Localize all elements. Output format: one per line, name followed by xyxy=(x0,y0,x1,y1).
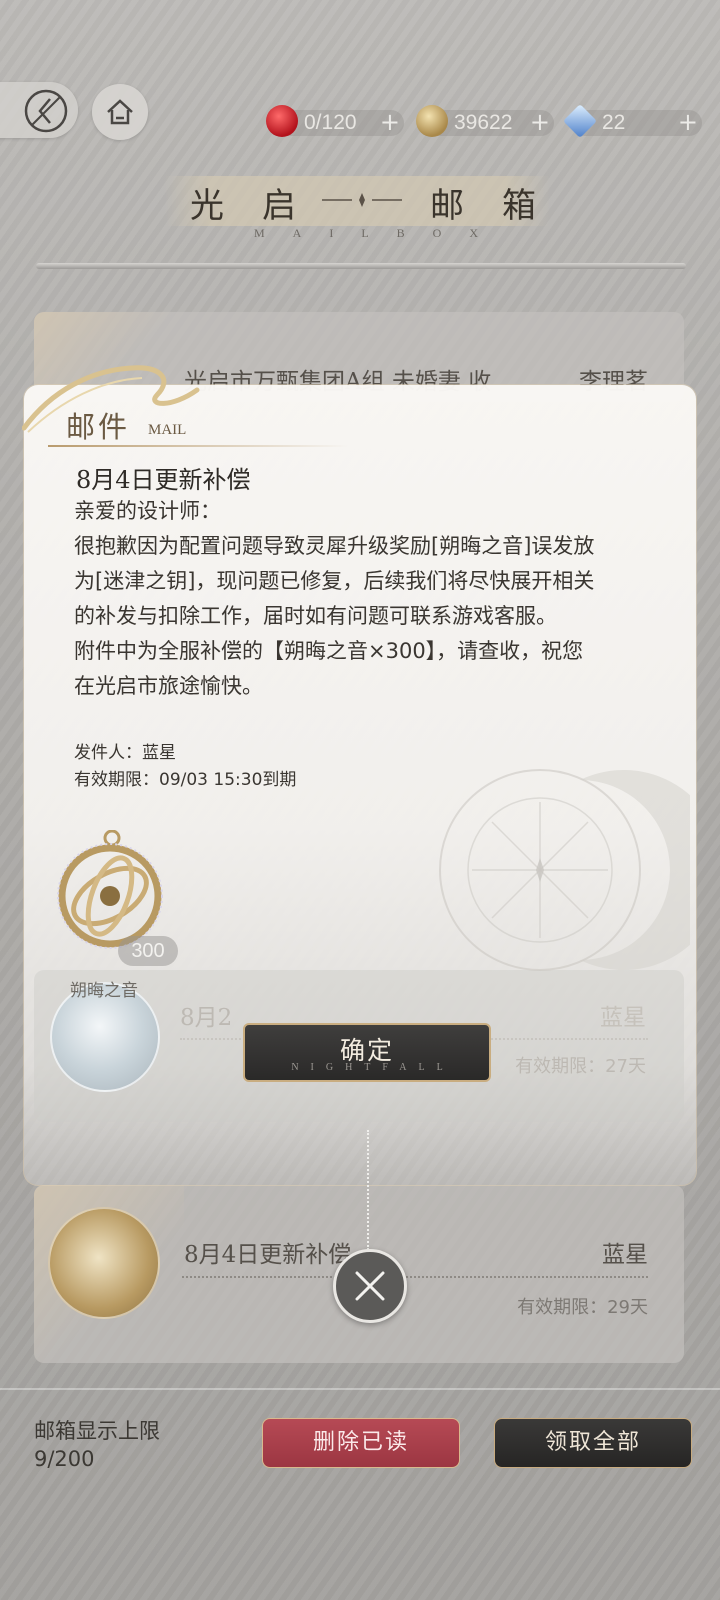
mail-subject: 8月4日更新补偿 xyxy=(184,1242,352,1268)
confirm-button[interactable]: 确定 NIGHTFALL xyxy=(243,1023,491,1082)
mail-body: 亲爱的设计师： 很抱歉因为配置问题导致灵犀升级奖励[朔晦之音]误发放 为[迷津之… xyxy=(74,494,664,704)
moon-compass-icon xyxy=(439,769,690,971)
mail-greeting: 亲爱的设计师： xyxy=(74,499,221,523)
title-underline xyxy=(36,263,686,269)
mail-body-line: 附件中为全服补偿的【朔晦之音×300】，请查收，祝您 xyxy=(74,639,584,663)
astrolabe-icon xyxy=(48,1207,160,1319)
back-arrow-icon xyxy=(24,89,68,133)
mail-validity: 有效期限：27天 xyxy=(515,1056,646,1077)
mail-body-line: 在光启市旅途愉快。 xyxy=(74,674,263,698)
home-button[interactable] xyxy=(92,84,148,140)
delete-read-button[interactable]: 删除已读 xyxy=(262,1418,460,1468)
coin-value: 39622 xyxy=(454,111,513,134)
crystal-value: 22 xyxy=(602,111,626,134)
add-crystal-button[interactable]: + xyxy=(678,108,698,136)
tab-underline xyxy=(48,445,348,447)
page-subtitle: MAILBOX xyxy=(254,226,506,240)
mail-sender: 蓝星 xyxy=(602,1242,648,1268)
close-connector xyxy=(367,1130,369,1250)
mail-body-line: 的补发与扣除工作，届时如有问题可联系游戏客服。 xyxy=(74,604,557,628)
bottom-divider xyxy=(0,1388,720,1390)
modal-tab-subtitle: MAIL xyxy=(148,422,187,438)
mail-body-line: 很抱歉因为配置问题导致灵犀升级奖励[朔晦之音]误发放 xyxy=(74,534,595,558)
claim-all-button[interactable]: 领取全部 xyxy=(494,1418,692,1468)
add-energy-button[interactable]: + xyxy=(380,108,400,136)
energy-value: 0/120 xyxy=(304,111,357,134)
astrolabe-icon[interactable] xyxy=(52,830,172,950)
add-coin-button[interactable]: + xyxy=(530,108,550,136)
energy-counter[interactable]: 0/120 + xyxy=(266,105,404,137)
coin-counter[interactable]: 39622 + xyxy=(416,105,554,137)
confirm-sublabel: NIGHTFALL xyxy=(291,1062,455,1073)
mailbox-limit-label: 邮箱显示上限 xyxy=(34,1419,160,1443)
close-button[interactable] xyxy=(333,1249,407,1323)
mail-subject: 8月2 xyxy=(180,1005,233,1031)
mail-validity: 有效期限：29天 xyxy=(517,1297,648,1318)
mail-body-line: 为[迷津之钥]，现问题已修复，后续我们将尽快展开相关 xyxy=(74,569,595,593)
page-title-right: 邮 箱 xyxy=(430,186,538,226)
mail-sender-line: 发件人：蓝星 xyxy=(74,743,176,763)
mail-sender: 蓝星 xyxy=(600,1005,646,1031)
mail-title: 8月4日更新补偿 xyxy=(76,466,251,494)
crystal-counter[interactable]: 22 + xyxy=(563,104,702,138)
page-title-left: 光 启 xyxy=(190,186,298,226)
mailbox-limit-value: 9/200 xyxy=(34,1447,95,1471)
attachment-name: 朔晦之音 xyxy=(70,981,138,1001)
home-icon xyxy=(107,99,133,125)
apple-energy-icon xyxy=(266,105,298,137)
close-icon xyxy=(355,1271,385,1301)
star-divider-icon xyxy=(322,193,402,207)
modal-tab-title: 邮件 xyxy=(66,410,131,444)
mail-expire-line: 有效期限：09/03 15:30到期 xyxy=(74,770,297,790)
gold-coin-icon xyxy=(416,105,448,137)
attachment-count: 300 xyxy=(118,936,178,966)
back-button[interactable] xyxy=(0,82,78,138)
